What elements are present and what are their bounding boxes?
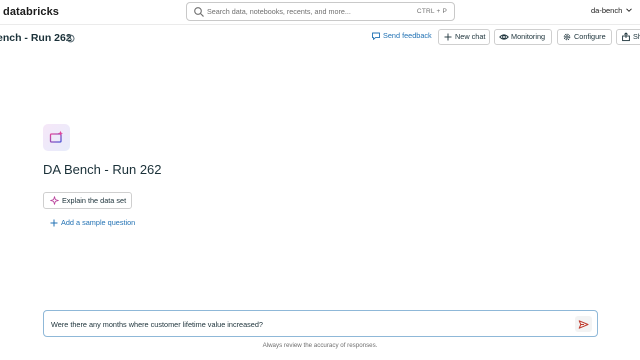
genie-space-window: databricks Search data, notebooks, recen… xyxy=(0,0,640,360)
space-logo xyxy=(43,124,70,151)
monitoring-button[interactable]: Monitoring xyxy=(494,29,552,45)
explain-data-set-label: Explain the data set xyxy=(62,196,127,205)
search-icon xyxy=(194,7,204,17)
send-feedback-label: Send feedback xyxy=(383,31,432,40)
eye-icon xyxy=(499,34,509,40)
configure-button[interactable]: Configure xyxy=(557,29,612,45)
send-message-button[interactable] xyxy=(575,316,592,332)
space-title: DA Bench - Run 262 xyxy=(43,162,162,177)
explain-data-set-button[interactable]: Explain the data set xyxy=(43,192,132,209)
page-title: ench - Run 262 xyxy=(0,32,72,44)
chat-input[interactable]: Were there any months where customer lif… xyxy=(43,310,598,337)
speech-bubble-icon xyxy=(372,32,380,40)
chat-input-text[interactable]: Were there any months where customer lif… xyxy=(51,319,263,330)
plus-icon xyxy=(50,219,58,227)
monitoring-label: Monitoring xyxy=(511,32,546,41)
share-icon xyxy=(622,32,630,42)
add-sample-question-label: Add a sample question xyxy=(61,218,136,227)
share-label: Sh xyxy=(633,32,640,41)
chevron-down-icon xyxy=(626,8,633,12)
workspace-switcher[interactable]: da-bench xyxy=(591,5,633,17)
new-chat-button[interactable]: New chat xyxy=(438,29,490,45)
share-button[interactable]: Sh xyxy=(616,29,640,45)
workspace-name: da-bench xyxy=(591,6,623,15)
history-icon[interactable] xyxy=(65,33,76,44)
search-shortcut-hint: CTRL + P xyxy=(416,8,447,15)
plus-icon xyxy=(444,33,452,41)
top-navigation-bar: databricks Search data, notebooks, recen… xyxy=(0,0,640,25)
send-icon xyxy=(578,320,589,329)
brand-logo[interactable]: databricks xyxy=(3,4,59,20)
accuracy-disclaimer: Always review the accuracy of responses. xyxy=(262,342,378,349)
gear-icon xyxy=(563,33,571,41)
search-placeholder: Search data, notebooks, recents, and mor… xyxy=(207,7,351,16)
new-chat-label: New chat xyxy=(455,32,486,41)
configure-label: Configure xyxy=(574,32,606,41)
global-search-input[interactable]: Search data, notebooks, recents, and mor… xyxy=(186,2,455,21)
sparkle-screen-icon xyxy=(49,130,63,143)
send-feedback-button[interactable]: Send feedback xyxy=(367,29,433,45)
sparkle-icon xyxy=(50,196,59,205)
